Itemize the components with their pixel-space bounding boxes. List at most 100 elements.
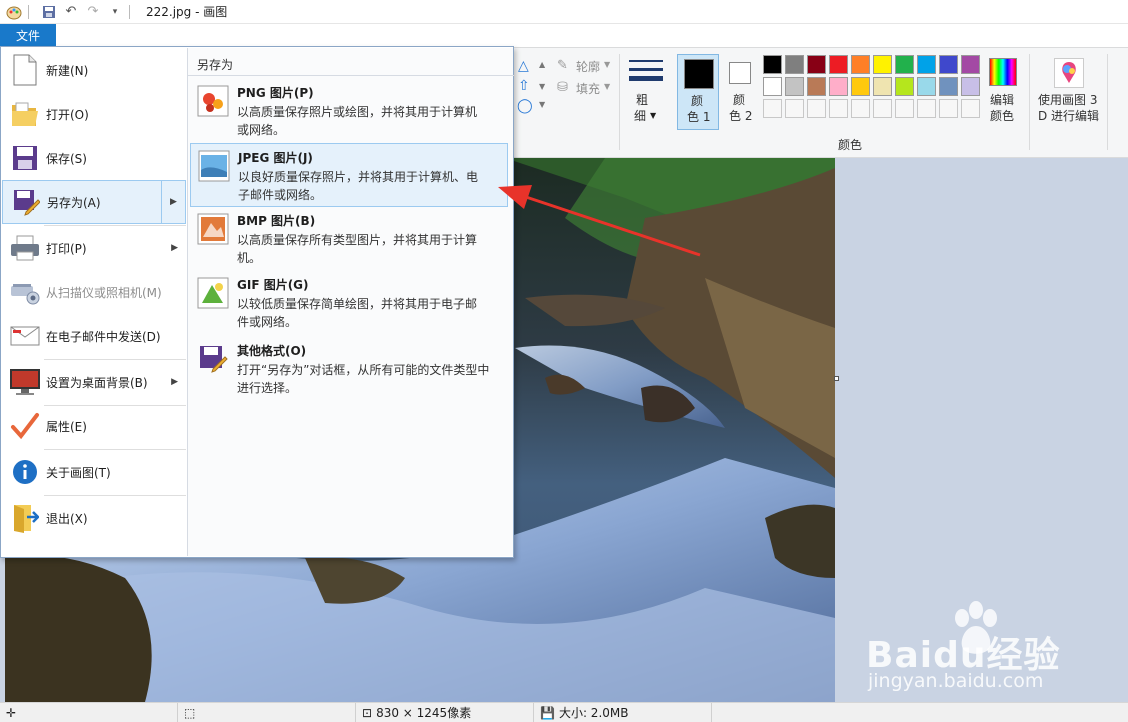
fill-dropdown-icon[interactable]: ▼: [604, 82, 610, 91]
save-as-option-desc-line: 以良好质量保存照片，并将其用于计算机、电: [238, 170, 479, 184]
palette-swatch[interactable]: [939, 55, 958, 74]
palette-swatch[interactable]: [961, 55, 980, 74]
file-menu-item[interactable]: 属性(E): [2, 404, 186, 448]
status-selection: ⬚: [178, 703, 356, 722]
palette-swatch[interactable]: [961, 77, 980, 96]
edit-colors-label-2: 颜色: [990, 109, 1015, 123]
custom-color-slot[interactable]: [807, 99, 826, 118]
save-as-option-desc-line: 以较低质量保存简单绘图，并将其用于电子邮: [237, 297, 478, 311]
custom-color-slot[interactable]: [851, 99, 870, 118]
file-menu-item[interactable]: 在电子邮件中发送(D): [2, 314, 186, 358]
other-formats-icon: [197, 343, 231, 377]
file-menu-item-label: 退出(X): [46, 511, 88, 526]
color1-label-1: 颜: [691, 94, 704, 108]
file-menu-item[interactable]: 另存为(A) ▶: [2, 180, 186, 224]
status-dimensions: ⊡ 830 × 1245像素: [356, 703, 534, 722]
paint3d-label-2: D 进行编辑: [1038, 109, 1100, 123]
palette-swatch[interactable]: [895, 55, 914, 74]
save-as-option-desc: 以良好质量保存照片，并将其用于计算机、电 子邮件或网络。: [238, 168, 498, 204]
save-as-option[interactable]: JPEG 图片(J) 以良好质量保存照片，并将其用于计算机、电 子邮件或网络。: [190, 143, 508, 207]
status-bar: ✛ ⬚ ⊡ 830 × 1245像素 💾 大小: 2.0MB: [0, 702, 1128, 722]
file-menu-item[interactable]: 设置为桌面背景(B) ▶: [2, 360, 186, 404]
quick-save-icon[interactable]: [41, 4, 57, 20]
arrow-up-shape-icon[interactable]: ⇧: [518, 78, 530, 94]
color1-button[interactable]: 颜 色 1: [677, 54, 719, 130]
custom-color-slot[interactable]: [829, 99, 848, 118]
palette-swatch[interactable]: [851, 77, 870, 96]
file-menu-item[interactable]: 新建(N): [2, 48, 186, 92]
custom-color-slot[interactable]: [895, 99, 914, 118]
palette-swatch[interactable]: [807, 77, 826, 96]
submenu-arrow-icon[interactable]: ▶: [161, 181, 185, 223]
edit-colors-button[interactable]: 编辑 颜色: [984, 54, 1024, 130]
save-as-option[interactable]: GIF 图片(G) 以较低质量保存简单绘图，并将其用于电子邮 件或网络。: [190, 271, 508, 335]
palette-swatch[interactable]: [873, 55, 892, 74]
palette-swatch[interactable]: [939, 77, 958, 96]
file-menu-item[interactable]: 从扫描仪或照相机(M): [2, 270, 186, 314]
custom-color-slot[interactable]: [763, 99, 782, 118]
file-menu-item[interactable]: 保存(S): [2, 136, 186, 180]
palette-swatch[interactable]: [873, 77, 892, 96]
custom-color-slot[interactable]: [917, 99, 936, 118]
paint3d-button[interactable]: 使用画图 3 D 进行编辑: [1034, 54, 1104, 130]
custom-color-slot[interactable]: [961, 99, 980, 118]
file-tab[interactable]: 文件: [0, 24, 56, 46]
custom-color-slot[interactable]: [873, 99, 892, 118]
palette-swatch[interactable]: [917, 77, 936, 96]
size-button[interactable]: 粗 细 ▼: [626, 54, 666, 126]
submenu-arrow-icon[interactable]: ▶: [171, 243, 178, 253]
shapes-more-icon[interactable]: ▼: [539, 100, 545, 109]
save-as-option-desc-line: 以高质量保存所有类型图片，并将其用于计算: [237, 233, 478, 247]
ribbon-divider: [619, 54, 620, 150]
redo-icon[interactable]: ↷: [85, 4, 101, 20]
triangle-shape-icon[interactable]: △: [518, 58, 529, 74]
save-as-option[interactable]: BMP 图片(B) 以高质量保存所有类型图片，并将其用于计算 机。: [190, 207, 508, 271]
save-as-option[interactable]: PNG 图片(P) 以高质量保存照片或绘图，并将其用于计算机 或网络。: [190, 79, 508, 143]
file-menu: 新建(N) 打开(O) 保存(S) 另存为(A) ▶ 打印(P) ▶ 从扫描仪或照相机(M) 在…: [0, 46, 514, 558]
jpeg-image-icon: [198, 150, 232, 184]
file-menu-item[interactable]: 退出(X): [2, 496, 186, 540]
png-image-icon: [197, 85, 231, 119]
fill-bucket-icon: ⛁: [557, 80, 568, 95]
outline-dropdown-icon[interactable]: ▼: [604, 60, 610, 69]
file-menu-item[interactable]: 打印(P) ▶: [2, 226, 186, 270]
desktop-icon: [8, 365, 42, 399]
shapes-scroll-down-icon[interactable]: ▼: [539, 82, 545, 91]
save-as-option[interactable]: 其他格式(O) 打开“另存为”对话框，从所有可能的文件类型中 进行选择。: [190, 337, 508, 401]
resize-handle[interactable]: [834, 376, 839, 381]
palette-swatch[interactable]: [917, 55, 936, 74]
save-as-option-desc-line: 子邮件或网络。: [238, 188, 323, 202]
size-label-2: 细: [634, 109, 647, 123]
palette-swatch[interactable]: [807, 55, 826, 74]
palette-swatch[interactable]: [895, 77, 914, 96]
save-disk-icon: [8, 141, 42, 175]
palette-swatch[interactable]: [763, 55, 782, 74]
color2-swatch: [729, 62, 751, 84]
custom-color-slot[interactable]: [785, 99, 804, 118]
callout-shape-icon[interactable]: ◯: [517, 98, 533, 114]
fill-button[interactable]: 填充: [576, 80, 600, 97]
submenu-arrow-icon[interactable]: ▶: [171, 377, 178, 387]
palette-swatch[interactable]: [851, 55, 870, 74]
palette-swatch[interactable]: [829, 55, 848, 74]
customize-toolbar-icon[interactable]: ▾: [107, 4, 123, 20]
palette-swatch[interactable]: [763, 77, 782, 96]
color2-button[interactable]: 颜 色 2: [722, 54, 760, 130]
file-menu-item-label: 设置为桌面背景(B): [46, 375, 148, 390]
file-menu-item-label: 关于画图(T): [46, 465, 111, 480]
save-as-option-title: GIF 图片(G): [237, 278, 309, 292]
palette-swatch[interactable]: [785, 77, 804, 96]
image-dimensions: 830 × 1245像素: [376, 706, 472, 720]
outline-button[interactable]: 轮廓: [576, 58, 600, 75]
file-menu-item-label: 另存为(A): [47, 195, 101, 210]
palette-swatch[interactable]: [785, 55, 804, 74]
undo-icon[interactable]: ↶: [63, 4, 79, 20]
open-folder-icon: [8, 97, 42, 131]
file-menu-item[interactable]: 关于画图(T): [2, 450, 186, 494]
save-as-option-title: PNG 图片(P): [237, 86, 314, 100]
shapes-scroll-up-icon[interactable]: ▲: [539, 60, 545, 69]
palette-swatch[interactable]: [829, 77, 848, 96]
file-menu-item[interactable]: 打开(O): [2, 92, 186, 136]
custom-color-slot[interactable]: [939, 99, 958, 118]
cursor-position-icon: ✛: [6, 705, 17, 720]
